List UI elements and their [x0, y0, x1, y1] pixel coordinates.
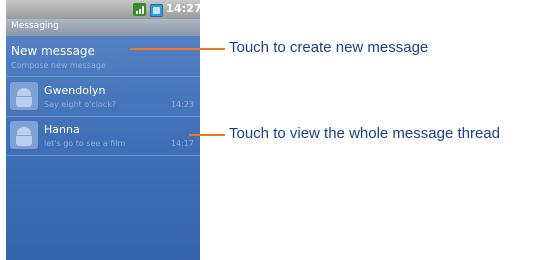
callout-line-thread	[189, 134, 225, 136]
message-snippet: Say eight o'clock?	[44, 100, 117, 109]
new-message-label: New message	[11, 44, 95, 58]
contact-name: Gwendolyn	[44, 84, 106, 97]
message-snippet: let's go to see a film	[44, 139, 126, 148]
new-message-item[interactable]: New message Compose new message	[6, 38, 200, 75]
message-time: 14:17	[170, 139, 194, 148]
conversation-item-hanna[interactable]: Hanna let's go to see a film 14:17	[6, 118, 200, 154]
divider	[6, 76, 200, 77]
callout-thread: Touch to view the whole message thread	[229, 125, 500, 142]
status-bar: 14:27	[6, 0, 200, 19]
signal-icon	[133, 3, 146, 16]
status-clock: 14:27	[166, 2, 200, 15]
callout-new-message: Touch to create new message	[229, 39, 429, 56]
contact-avatar-icon	[10, 121, 38, 149]
contact-avatar-icon	[10, 82, 38, 110]
divider	[6, 116, 200, 117]
battery-icon	[150, 4, 163, 17]
conversation-item-gwendolyn[interactable]: Gwendolyn Say eight o'clock? 14:23	[6, 79, 200, 115]
message-time: 14:23	[170, 100, 194, 109]
new-message-subtitle: Compose new message	[11, 61, 106, 70]
callout-line-new-message	[130, 48, 225, 50]
divider	[6, 155, 200, 156]
contact-name: Hanna	[44, 123, 80, 136]
app-title: Messaging	[11, 21, 59, 31]
phone-screen: 14:27 Messaging New message Compose new …	[6, 0, 200, 260]
app-title-bar: Messaging	[6, 19, 200, 36]
